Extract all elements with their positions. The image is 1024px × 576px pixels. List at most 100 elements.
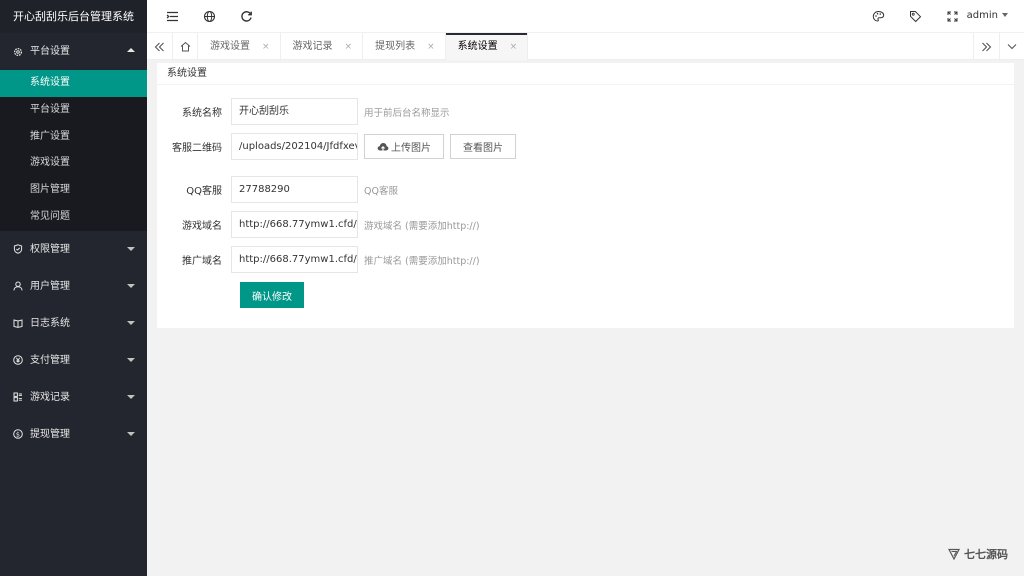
svg-text:$: $ <box>16 431 20 439</box>
user-icon <box>13 281 23 291</box>
tab-label: 提现列表 <box>375 41 416 52</box>
sidebar-group-withdrawals[interactable]: $ 提现管理 <box>0 416 147 453</box>
globe-icon[interactable] <box>203 10 216 23</box>
qq-input[interactable]: 27788290 <box>231 176 358 203</box>
refresh-icon[interactable] <box>240 10 253 23</box>
chevron-down-icon <box>127 431 135 436</box>
dollar-icon: $ <box>13 429 23 440</box>
tab-bar: 游戏设置 × 游戏记录 × 提现列表 × 系统设置 × <box>147 33 1024 60</box>
promo-domain-row: 推广域名 http://668.77ymw1.cfd/ 推广域名 (需要添加ht… <box>157 246 480 273</box>
double-chevron-right-icon <box>982 42 992 51</box>
user-menu[interactable]: admin <box>967 10 1008 21</box>
sidebar: 开心刮刮乐后台管理系统 平台设置 系统设置 平台设置 推广设置 游戏设置 图片管… <box>0 0 147 576</box>
tab-spacer <box>528 33 973 59</box>
qq-row: QQ客服 27788290 QQ客服 <box>157 176 398 203</box>
tab-label: 游戏记录 <box>292 41 333 52</box>
chevron-down-icon <box>127 320 135 325</box>
watermark: 七七源码 <box>948 546 1008 562</box>
record-icon <box>13 392 23 402</box>
sidebar-item-system-settings[interactable]: 系统设置 <box>0 70 147 97</box>
sidebar-group-users[interactable]: 用户管理 <box>0 268 147 305</box>
chevron-down-icon <box>127 283 135 288</box>
palette-icon[interactable] <box>872 10 885 23</box>
system-name-hint: 用于前后台名称显示 <box>364 107 450 119</box>
tab-game-settings[interactable]: 游戏设置 × <box>198 33 281 60</box>
caret-down-icon <box>1002 13 1008 17</box>
card-title: 系统设置 <box>157 63 1014 85</box>
tab-scroll-right[interactable] <box>973 33 999 60</box>
sidebar-group-permissions[interactable]: 权限管理 <box>0 231 147 268</box>
qrcode-input[interactable]: /uploads/202104/JfdfxevD1e <box>231 133 358 160</box>
sidebar-group-label: 平台设置 <box>30 46 70 57</box>
shield-icon <box>13 244 23 255</box>
sidebar-group-label: 游戏记录 <box>30 391 70 403</box>
game-domain-hint: 游戏域名 (需要添加http://) <box>364 220 480 232</box>
sidebar-group-label: 提现管理 <box>30 428 70 440</box>
sidebar-group-game-records[interactable]: 游戏记录 <box>0 379 147 416</box>
system-name-input[interactable]: 开心刮刮乐 <box>231 98 358 125</box>
chevron-up-icon <box>127 48 135 52</box>
sidebar-group-label: 支付管理 <box>30 354 70 366</box>
tab-options-dropdown[interactable] <box>999 33 1024 60</box>
sidebar-group-logs[interactable]: 日志系统 <box>0 305 147 342</box>
game-domain-row: 游戏域名 http://668.77ymw1.cfd/ 游戏域名 (需要添加ht… <box>157 211 480 238</box>
tab-scroll-left[interactable] <box>147 33 173 60</box>
upload-image-button[interactable]: 上传图片 <box>364 134 444 159</box>
sidebar-item-promo-settings[interactable]: 推广设置 <box>0 124 147 151</box>
system-name-label: 系统名称 <box>182 108 222 119</box>
sidebar-group-label: 权限管理 <box>30 243 70 255</box>
chevron-down-icon <box>127 246 135 251</box>
settings-card: 系统设置 系统名称 开心刮刮乐 用于前后台名称显示 客服二维码 /uploads… <box>157 63 1014 328</box>
app-title: 开心刮刮乐后台管理系统 <box>0 0 147 33</box>
home-icon <box>180 41 190 52</box>
double-chevron-left-icon <box>154 42 164 51</box>
close-icon[interactable]: × <box>345 42 353 52</box>
chevron-down-icon <box>127 394 135 399</box>
system-name-row: 系统名称 开心刮刮乐 用于前后台名称显示 <box>157 98 450 125</box>
close-icon[interactable]: × <box>427 42 435 52</box>
promo-domain-hint: 推广域名 (需要添加http://) <box>364 255 480 267</box>
confirm-button[interactable]: 确认修改 <box>240 282 304 308</box>
view-image-button[interactable]: 查看图片 <box>450 134 516 159</box>
sidebar-item-faq[interactable]: 常见问题 <box>0 204 147 231</box>
chevron-down-icon <box>127 357 135 362</box>
menu-toggle-icon[interactable] <box>166 10 179 23</box>
cloud-upload-icon <box>377 142 389 151</box>
yen-icon <box>13 355 23 366</box>
username: admin <box>966 10 998 21</box>
tab-label: 游戏设置 <box>210 41 250 52</box>
promo-domain-label: 推广域名 <box>182 256 222 267</box>
promo-domain-input[interactable]: http://668.77ymw1.cfd/ <box>231 246 358 273</box>
watermark-text: 七七源码 <box>964 548 1008 561</box>
close-icon[interactable]: × <box>262 42 270 52</box>
view-image-label: 查看图片 <box>463 143 503 154</box>
tab-withdrawal-list[interactable]: 提现列表 × <box>363 33 446 60</box>
game-domain-label: 游戏域名 <box>182 221 222 232</box>
log-icon <box>13 318 23 329</box>
qq-hint: QQ客服 <box>364 185 398 197</box>
sidebar-group-payments[interactable]: 支付管理 <box>0 342 147 379</box>
tab-game-records[interactable]: 游戏记录 × <box>281 33 364 60</box>
sidebar-group-label: 用户管理 <box>30 280 70 292</box>
sidebar-group-label: 日志系统 <box>30 317 70 329</box>
platform-submenu: 系统设置 平台设置 推广设置 游戏设置 图片管理 常见问题 <box>0 70 147 231</box>
sidebar-group-platform-settings[interactable]: 平台设置 <box>0 33 147 70</box>
gear-icon <box>13 47 23 57</box>
tag-icon[interactable] <box>909 10 922 23</box>
tab-label: 系统设置 <box>457 41 498 52</box>
upload-image-label: 上传图片 <box>391 143 431 154</box>
chevron-down-icon <box>1007 44 1017 50</box>
fullscreen-icon[interactable] <box>946 10 959 23</box>
sidebar-item-platform-settings[interactable]: 平台设置 <box>0 97 147 124</box>
close-icon[interactable]: × <box>510 42 518 52</box>
sidebar-item-game-settings[interactable]: 游戏设置 <box>0 150 147 177</box>
top-header: admin <box>147 0 1024 33</box>
qrcode-row: 客服二维码 /uploads/202104/JfdfxevD1e 上传图片 查看… <box>157 133 516 160</box>
watermark-logo-icon <box>948 548 960 560</box>
tab-home[interactable] <box>173 33 198 60</box>
game-domain-input[interactable]: http://668.77ymw1.cfd/ <box>231 211 358 238</box>
tab-system-settings[interactable]: 系统设置 × <box>445 33 529 60</box>
qrcode-label: 客服二维码 <box>172 143 222 154</box>
qq-label: QQ客服 <box>186 186 222 197</box>
sidebar-item-image-management[interactable]: 图片管理 <box>0 177 147 204</box>
